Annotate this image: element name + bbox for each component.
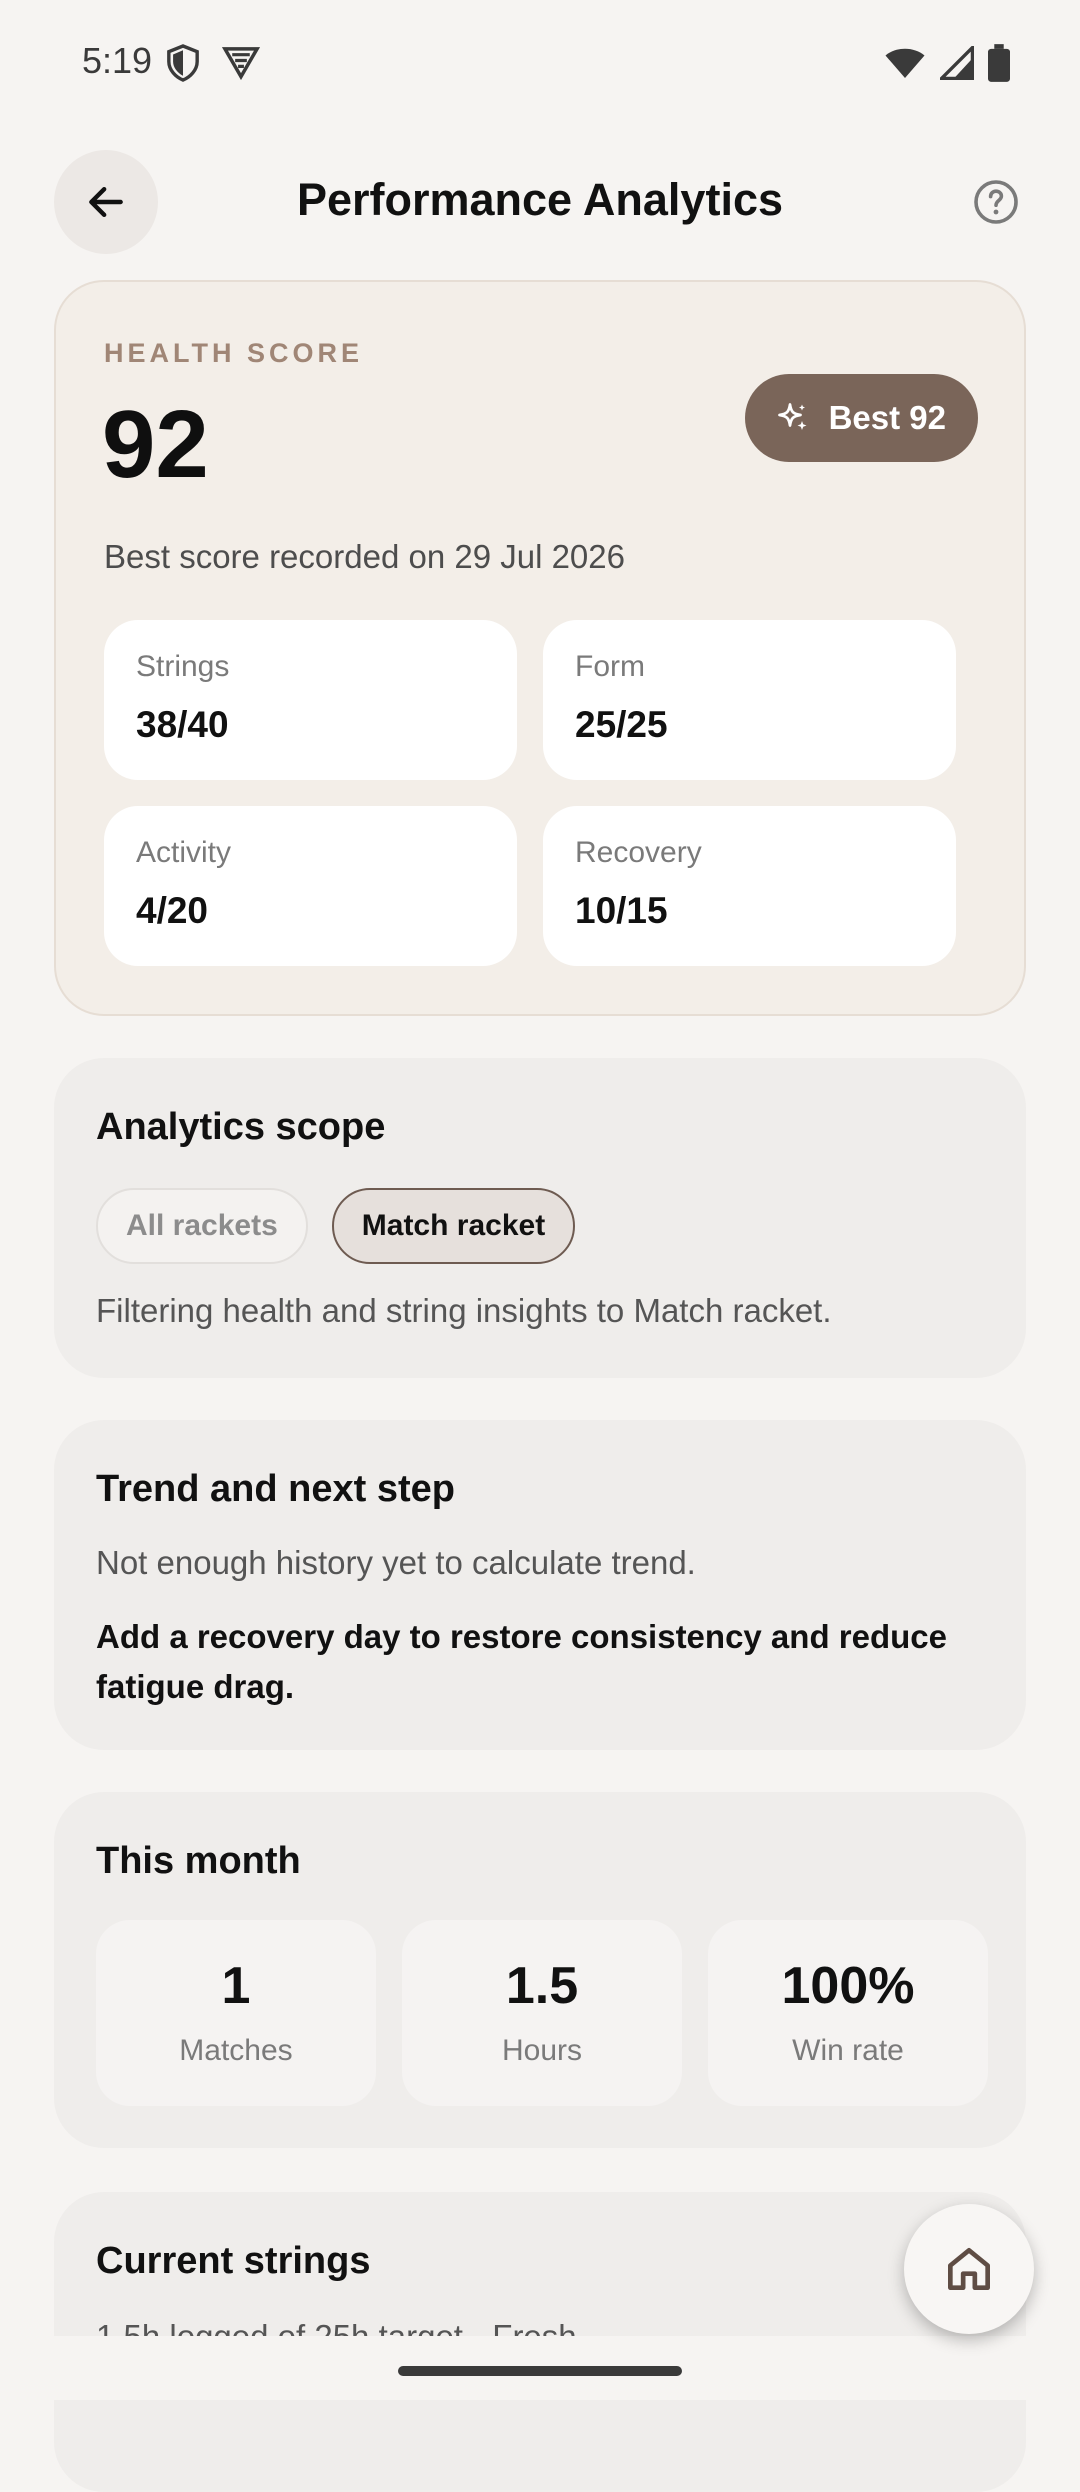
month-title: This month <box>96 1840 301 1882</box>
stat-matches: 1 Matches <box>96 1920 376 2106</box>
stat-win-rate: 100% Win rate <box>708 1920 988 2106</box>
metric-activity: Activity 4/20 <box>104 806 517 966</box>
home-icon <box>948 2248 990 2290</box>
trend-title: Trend and next step <box>96 1468 455 1510</box>
page-title: Performance Analytics <box>296 174 784 225</box>
next-step-recommendation: Add a recovery day to restore consistenc… <box>96 1618 947 1705</box>
cell-signal-icon <box>940 46 974 80</box>
health-score-value: 92 <box>102 391 209 498</box>
metric-value: 4/20 <box>136 890 209 931</box>
battery-icon <box>988 44 1010 82</box>
metric-label: Activity <box>136 836 232 869</box>
metric-value: 25/25 <box>575 704 668 745</box>
month-stats: 1 Matches 1.5 Hours 100% Win rate <box>96 1920 988 2106</box>
status-time: 5:19 <box>82 40 153 81</box>
analytics-scope-card: Analytics scope All rackets Match racket… <box>54 1058 1026 1378</box>
trend-status: Not enough history yet to calculate tren… <box>96 1544 696 1581</box>
best-badge-label: Best 92 <box>828 399 946 436</box>
strings-title: Current strings <box>96 2240 371 2282</box>
scope-description: Filtering health and string insights to … <box>96 1292 832 1329</box>
top-app-bar: Performance Analytics <box>0 150 1080 254</box>
shield-icon <box>167 44 199 82</box>
best-score-date: Best score recorded on 29 Jul 2026 <box>104 538 625 575</box>
metric-strings: Strings 38/40 <box>104 620 517 780</box>
metric-label: Form <box>575 650 645 683</box>
chip-match-racket[interactable]: Match racket <box>331 1188 576 1264</box>
metric-recovery: Recovery 10/15 <box>543 806 956 966</box>
home-indicator[interactable] <box>398 2366 682 2376</box>
metric-value: 10/15 <box>575 890 668 931</box>
stat-value: 1 <box>221 1957 251 2015</box>
metric-grid: Strings 38/40 Form 25/25 Activity 4/20 R… <box>104 620 956 966</box>
stat-label: Win rate <box>792 2034 904 2067</box>
scope-chips: All rackets Match racket <box>96 1188 576 1264</box>
this-month-card: This month 1 Matches 1.5 Hours 100% Win … <box>54 1792 1026 2148</box>
health-score-card: HEALTH SCORE 92 Best 92 Best score recor… <box>54 280 1026 1016</box>
help-button[interactable] <box>966 172 1026 232</box>
best-score-badge: Best 92 <box>744 374 978 462</box>
health-score-label: HEALTH SCORE <box>104 338 364 368</box>
help-icon <box>974 180 1018 224</box>
metric-value: 38/40 <box>136 704 229 745</box>
stat-value: 1.5 <box>505 1957 579 2015</box>
metric-label: Strings <box>136 650 230 683</box>
metric-label: Recovery <box>575 836 702 869</box>
stat-label: Matches <box>179 2034 293 2067</box>
metric-form: Form 25/25 <box>543 620 956 780</box>
scope-title: Analytics scope <box>96 1106 386 1148</box>
stat-label: Hours <box>501 2034 583 2067</box>
status-bar: 5:19 <box>0 0 1080 130</box>
trend-card: Trend and next step Not enough history y… <box>54 1420 1026 1750</box>
wifi-icon <box>885 48 925 78</box>
home-fab[interactable] <box>904 2204 1034 2334</box>
chip-all-rackets[interactable]: All rackets <box>96 1188 308 1264</box>
sparkle-icon <box>777 403 807 430</box>
vpn-icon <box>222 47 260 80</box>
stat-hours: 1.5 Hours <box>402 1920 682 2106</box>
stat-value: 100% <box>781 1957 915 2015</box>
